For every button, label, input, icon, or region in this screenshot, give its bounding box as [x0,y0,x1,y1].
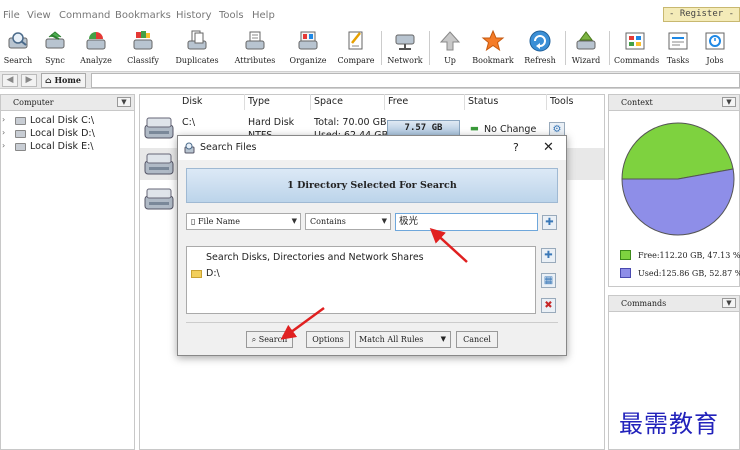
annotation-arrow-to-input [429,227,468,263]
watermark-text: 最需教育 [619,410,719,438]
annotation-arrows [280,227,468,340]
annotation-arrow-to-search [280,306,325,340]
